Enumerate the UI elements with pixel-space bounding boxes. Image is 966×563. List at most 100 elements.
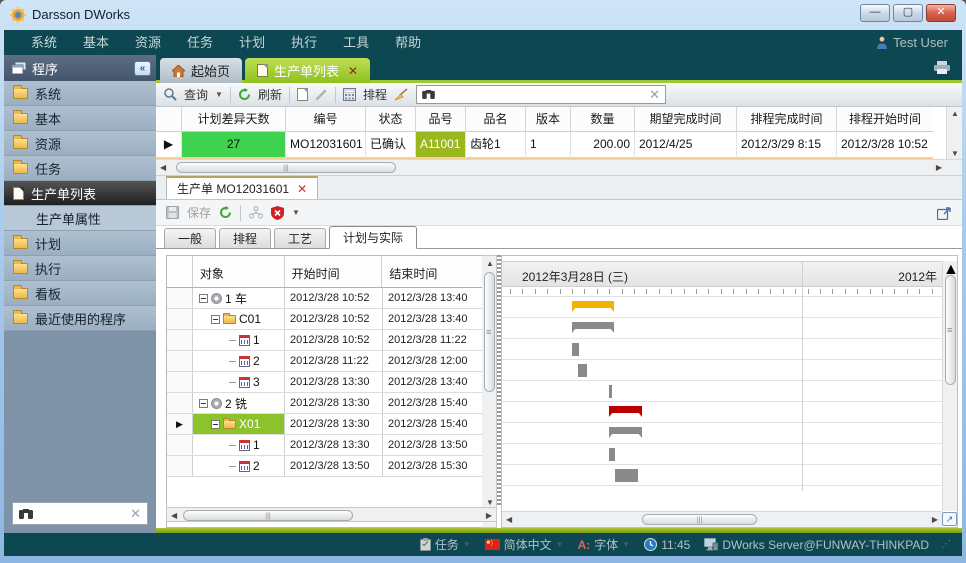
sidebar-item-execute[interactable]: 执行 xyxy=(4,256,156,281)
col-version[interactable]: 版本 xyxy=(526,107,571,132)
open-external-icon[interactable] xyxy=(937,206,952,220)
sidebar-item-recent-programs[interactable]: 最近使用的程序 xyxy=(4,306,156,331)
gantt-bar[interactable] xyxy=(572,343,579,356)
gantt-horizontal-scrollbar[interactable]: ◀ ▶ xyxy=(502,511,942,527)
sidebar-item-kanban[interactable]: 看板 xyxy=(4,281,156,306)
table-row[interactable]: 2 铣 2012/3/28 13:30 2012/3/28 15:40 xyxy=(167,393,482,414)
close-button[interactable]: ✕ xyxy=(926,4,956,22)
sidebar-item-basic[interactable]: 基本 xyxy=(4,106,156,131)
plan-table-horizontal-scrollbar[interactable]: ◀ ▶ xyxy=(166,507,497,522)
col-item-no[interactable]: 品号 xyxy=(416,107,466,132)
query-button[interactable]: 查询 xyxy=(184,86,208,103)
validation-shield-icon[interactable] xyxy=(271,206,284,220)
printer-icon[interactable] xyxy=(934,61,950,74)
col-expected-finish[interactable]: 期望完成时间 xyxy=(635,107,737,132)
plan-table-vertical-scrollbar[interactable]: ▲ ▼ xyxy=(482,255,497,528)
status-font-selector[interactable]: A: 字体▼ xyxy=(578,536,631,553)
gantt-bar[interactable] xyxy=(609,448,615,461)
col-qty[interactable]: 数量 xyxy=(571,107,635,132)
menu-help[interactable]: 帮助 xyxy=(382,30,434,55)
grid-horizontal-scrollbar[interactable]: ◀ ▶ xyxy=(156,159,962,175)
status-task-selector[interactable]: 任务▼ xyxy=(420,536,471,553)
gantt-vertical-scrollbar[interactable]: ▲ ▼ xyxy=(942,261,957,511)
edit-pencil-icon[interactable] xyxy=(315,88,328,101)
detail-tab-close-icon[interactable]: ✕ xyxy=(297,182,307,196)
col-code[interactable]: 编号 xyxy=(286,107,366,132)
grid-row[interactable]: ▶ 27 MO12031601 已确认 A11001 齿轮1 1 200.00 … xyxy=(156,132,946,159)
gantt-bar[interactable] xyxy=(615,469,638,482)
tab-home[interactable]: 起始页 xyxy=(160,58,242,83)
table-row[interactable]: 2 2012/3/28 13:50 2012/3/28 15:30 xyxy=(167,456,482,477)
expand-toggle[interactable] xyxy=(199,399,208,408)
broom-icon[interactable] xyxy=(394,88,409,101)
new-document-icon[interactable] xyxy=(297,88,308,101)
col-status[interactable]: 状态 xyxy=(366,107,416,132)
operation-icon xyxy=(239,377,250,388)
col-end-time[interactable]: 结束时间 xyxy=(382,256,482,287)
refresh-button[interactable]: 刷新 xyxy=(258,86,282,103)
subtab-plan-vs-actual[interactable]: 计划与实际 xyxy=(329,226,417,249)
user-indicator[interactable]: Test User xyxy=(876,35,962,50)
hierarchy-icon[interactable] xyxy=(249,206,263,219)
menu-system[interactable]: 系统 xyxy=(18,30,70,55)
table-row[interactable]: C01 2012/3/28 10:52 2012/3/28 13:40 xyxy=(167,309,482,330)
gantt-bar[interactable] xyxy=(572,301,614,308)
subtab-schedule[interactable]: 排程 xyxy=(219,228,271,248)
sidebar-item-task[interactable]: 任务 xyxy=(4,156,156,181)
table-row[interactable]: 3 2012/3/28 13:30 2012/3/28 13:40 xyxy=(167,372,482,393)
sidebar-item-production-order-props[interactable]: 生产单属性 xyxy=(4,206,156,231)
table-row[interactable]: 1 车 2012/3/28 10:52 2012/3/28 13:40 xyxy=(167,288,482,309)
table-row[interactable]: 1 2012/3/28 13:30 2012/3/28 13:50 xyxy=(167,435,482,456)
gantt-bar[interactable] xyxy=(609,427,642,434)
sidebar-item-plan[interactable]: 计划 xyxy=(4,231,156,256)
status-language-selector[interactable]: 简体中文▼ xyxy=(485,536,564,553)
detail-doc-tab[interactable]: 生产单 MO12031601 ✕ xyxy=(166,176,318,199)
grid-filter-clear-icon[interactable]: ✕ xyxy=(649,87,660,103)
refresh-icon[interactable] xyxy=(219,206,232,219)
subtab-general[interactable]: 一般 xyxy=(164,228,216,248)
menu-resource[interactable]: 资源 xyxy=(122,30,174,55)
gantt-expand-icon[interactable]: ↗ xyxy=(942,512,957,526)
subtab-process[interactable]: 工艺 xyxy=(274,228,326,248)
shield-dropdown-icon[interactable]: ▼ xyxy=(292,208,300,217)
sidebar-item-system[interactable]: 系统 xyxy=(4,81,156,106)
tab-production-order-list[interactable]: 生产单列表 ✕ xyxy=(245,58,370,83)
gantt-bar[interactable] xyxy=(609,406,642,413)
maximize-button[interactable]: ▢ xyxy=(893,4,923,22)
title-bar[interactable]: Darsson DWorks — ▢ ✕ xyxy=(0,0,966,30)
expand-toggle[interactable] xyxy=(211,420,220,429)
gantt-rows[interactable] xyxy=(502,297,957,486)
expand-toggle[interactable] xyxy=(199,294,208,303)
col-start-time[interactable]: 开始时间 xyxy=(285,256,383,287)
sidebar-collapse-button[interactable]: « xyxy=(134,61,151,76)
menu-task[interactable]: 任务 xyxy=(174,30,226,55)
table-row[interactable]: 1 2012/3/28 10:52 2012/3/28 11:22 xyxy=(167,330,482,351)
gantt-bar[interactable] xyxy=(578,364,587,377)
menu-plan[interactable]: 计划 xyxy=(226,30,278,55)
table-row-selected[interactable]: ▶ X01 2012/3/28 13:30 2012/3/28 15:40 xyxy=(167,414,482,435)
minimize-button[interactable]: — xyxy=(860,4,890,22)
save-button[interactable]: 保存 xyxy=(187,204,211,221)
schedule-button[interactable]: 排程 xyxy=(363,86,387,103)
menu-basic[interactable]: 基本 xyxy=(70,30,122,55)
table-row[interactable]: 2 2012/3/28 11:22 2012/3/28 12:00 xyxy=(167,351,482,372)
col-object[interactable]: 对象 xyxy=(193,256,285,287)
tab-close-icon[interactable]: ✕ xyxy=(348,64,358,78)
resize-grip[interactable]: ⋰ xyxy=(941,539,952,550)
gantt-bar[interactable] xyxy=(572,322,614,329)
menu-execute[interactable]: 执行 xyxy=(278,30,330,55)
query-dropdown-icon[interactable]: ▼ xyxy=(215,90,223,99)
col-plan-diff[interactable]: 计划差异天数 xyxy=(182,107,286,132)
sidebar-search-input[interactable] xyxy=(39,507,124,521)
grid-filter-input[interactable] xyxy=(441,88,643,102)
sidebar-item-resource[interactable]: 资源 xyxy=(4,131,156,156)
col-sched-finish[interactable]: 排程完成时间 xyxy=(737,107,837,132)
sidebar-item-production-order-list[interactable]: 生产单列表 xyxy=(4,181,156,206)
col-sched-start[interactable]: 排程开始时间 xyxy=(837,107,933,132)
menu-tools[interactable]: 工具 xyxy=(330,30,382,55)
grid-vertical-scrollbar[interactable]: ▲▼ xyxy=(946,107,962,160)
sidebar-search-clear-icon[interactable]: ✕ xyxy=(130,506,141,522)
col-item-name[interactable]: 品名 xyxy=(466,107,526,132)
expand-toggle[interactable] xyxy=(211,315,220,324)
gantt-bar[interactable] xyxy=(609,385,612,398)
